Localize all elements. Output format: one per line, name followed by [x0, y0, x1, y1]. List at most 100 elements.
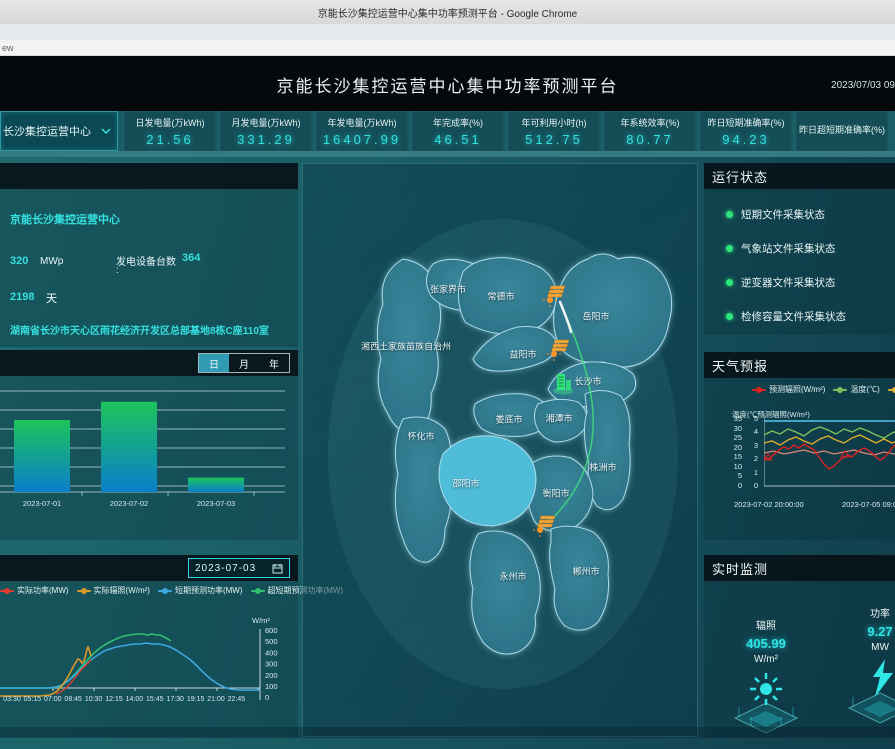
legend-marker: [888, 389, 895, 391]
map-city-label[interactable]: 张家界市: [430, 283, 466, 296]
legend-item[interactable]: 实际辐照(W/m²): [77, 585, 150, 596]
stat-value: 21.56: [146, 132, 194, 147]
weather-y-tick: 15: [734, 452, 742, 461]
status-items: 短期文件采集状态气象站文件采集状态逆变器文件采集状态检修容量文件采集状态: [704, 189, 895, 333]
capacity-unit: MWp: [40, 256, 63, 267]
weather-title: 天气预报: [712, 356, 768, 375]
page-title: 京能长沙集控运营中心集中功率预测平台: [0, 72, 895, 97]
map-city-label[interactable]: 长沙市: [574, 375, 601, 388]
power-metric: 功率 9.27 MW: [834, 605, 895, 725]
realtime-title: 实时监测: [712, 559, 768, 578]
bar-x-label: 2023-07-02: [110, 499, 148, 508]
stat-label: 年可利用小时(h): [522, 116, 587, 129]
dashboard-app: 京能长沙集控运营中心集中功率预测平台 2023/07/03 09 长沙集控运营中…: [0, 56, 895, 749]
map-city-label[interactable]: 湘潭市: [545, 412, 572, 425]
tab-day[interactable]: 日: [199, 354, 229, 372]
stat-card: 年发电量(万kWh)16407.99: [316, 111, 408, 151]
map-city-label[interactable]: 娄底市: [495, 413, 522, 426]
stat-value: 16407.99: [323, 132, 401, 147]
bookmark-label[interactable]: ew: [2, 43, 14, 53]
power-chart-panel: 2023-07-03 实际功率(MW)实际辐照(W/m²)短期预测功率(MW)超…: [0, 555, 298, 737]
bookmarks-bar: ew: [0, 40, 895, 56]
map-city-label[interactable]: 常德市: [487, 290, 514, 303]
tab-year[interactable]: 年: [259, 354, 289, 372]
power-x-tick: 03:30: [3, 696, 21, 703]
legend-marker: [0, 590, 14, 592]
devices-value: 364: [182, 252, 200, 264]
status-ok-dot: [726, 279, 733, 286]
weather-y-tick: 0: [738, 481, 742, 490]
map-city-label[interactable]: 郴州市: [572, 565, 599, 578]
status-label: 检修容量文件采集状态: [741, 309, 846, 324]
weather-inner-ticks: 543210: [748, 414, 758, 490]
irradiance-unit: W/m²: [754, 654, 778, 665]
browser-toolbar: [0, 24, 895, 40]
capacity-value: 320: [10, 255, 28, 267]
run-status-header: 运行状态: [704, 163, 895, 189]
power-y-tick: 300: [265, 660, 278, 669]
legend-item[interactable]: 预测辐照(W/m²): [752, 384, 825, 395]
generation-bar-chart: 2023-07-012023-07-022023-07-03: [0, 376, 298, 536]
status-label: 短期文件采集状态: [741, 207, 825, 222]
power-x-labels: 03:3005:1507:0008:4510:3012:1514:0015:45…: [3, 696, 245, 703]
window-title: 京能长沙集控运营中心集中功率预测平台 - Google Chrome: [318, 5, 577, 20]
bar: [188, 478, 244, 492]
weather-y-tick: 30: [734, 424, 742, 433]
legend-marker: [77, 590, 91, 592]
power-y-tick: 100: [265, 682, 278, 691]
irradiance-label: 辐照: [756, 617, 776, 632]
legend-label: 预测辐照(W/m²): [769, 384, 825, 395]
devices-label: 发电设备台数: [116, 253, 176, 268]
map-city-label[interactable]: 株洲市: [589, 461, 616, 474]
province-yongzhou[interactable]: [470, 531, 540, 654]
app-header: 京能长沙集控运营中心集中功率预测平台 2023/07/03 09: [0, 56, 895, 111]
stat-label: 日发电量(万kWh): [136, 116, 205, 129]
power-x-tick: 14:00: [126, 696, 144, 703]
legend-label: 短期预测功率(MW): [175, 585, 243, 596]
weather-x-label-start: 2023-07-02 20:00:00: [734, 500, 804, 509]
stat-value: 94.23: [722, 132, 770, 147]
weather-header: 天气预报: [704, 352, 895, 378]
power-y-tick: 400: [265, 648, 278, 657]
stat-value: 80.77: [626, 132, 674, 147]
weather-y-tick: 3: [754, 441, 758, 450]
stat-value: 512.75: [525, 132, 583, 147]
status-ok-dot: [726, 245, 733, 252]
station-info-header: [0, 163, 298, 189]
power-x-tick: 10:30: [85, 696, 103, 703]
sun-icon: [731, 671, 801, 735]
power-y-labels: 6005004003002001000: [265, 626, 278, 702]
irradiance-value: 405.99: [746, 636, 786, 651]
weather-y-tick: 10: [734, 462, 742, 471]
status-item: 气象站文件采集状态: [726, 231, 895, 265]
map-city-label[interactable]: 衡阳市: [542, 487, 569, 500]
legend-item[interactable]: [888, 389, 895, 391]
status-item: 短期文件采集状态: [726, 197, 895, 231]
legend-marker: [158, 590, 172, 592]
tab-month[interactable]: 月: [229, 354, 259, 372]
stat-label: 昨日超短期准确率(%): [799, 123, 885, 136]
weather-y-tick: 0: [754, 481, 758, 490]
map-city-label[interactable]: 益阳市: [509, 348, 536, 361]
generation-chart-panel: 日月年 2023-07-012023-07-022023-07-03: [0, 350, 298, 540]
legend-marker: [752, 389, 766, 391]
map-city-label[interactable]: 永州市: [499, 570, 526, 583]
station-info-panel: 京能长沙集控运营中心 320 MWp 发电设备台数 364 : 2198 天 湖…: [0, 163, 298, 347]
legend-label: 实际功率(MW): [17, 585, 69, 596]
map-city-label[interactable]: 岳阳市: [582, 310, 609, 323]
province-yueyang[interactable]: [554, 254, 672, 367]
chevron-down-icon: [101, 128, 111, 135]
map-city-label[interactable]: 湘西土家族苗族自治州: [361, 340, 451, 353]
map-city-label[interactable]: 邵阳市: [452, 477, 479, 490]
power-unit: MW: [871, 642, 889, 653]
power-y-tick: 500: [265, 637, 278, 646]
date-picker[interactable]: 2023-07-03: [188, 558, 290, 578]
stat-card: 日发电量(万kWh) 21.56: [124, 111, 216, 151]
bar-x-label: 2023-07-03: [197, 499, 235, 508]
map-city-label[interactable]: 怀化市: [407, 430, 434, 443]
station-selector[interactable]: 长沙集控运营中心: [0, 111, 118, 151]
province-chenzhou[interactable]: [550, 526, 609, 630]
legend-item[interactable]: 温度(℃): [833, 384, 879, 395]
legend-item[interactable]: 短期预测功率(MW): [158, 585, 243, 596]
legend-item[interactable]: 实际功率(MW): [0, 585, 69, 596]
